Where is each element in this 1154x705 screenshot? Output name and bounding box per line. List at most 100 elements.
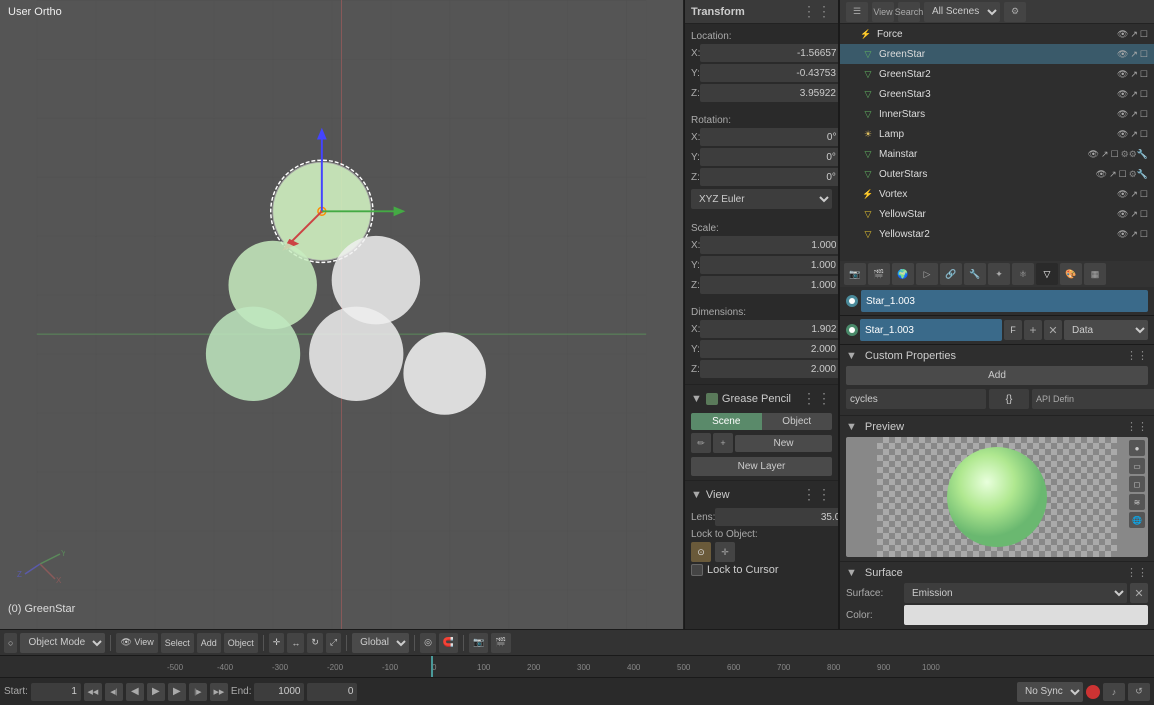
- transform-mode-btn[interactable]: ↔: [287, 633, 304, 653]
- visibility-outerstars[interactable]: 👁: [1096, 169, 1107, 180]
- outliner-filter-btn[interactable]: ⚙: [1004, 2, 1026, 22]
- visibility-yellowstar2[interactable]: 👁: [1117, 229, 1128, 240]
- surface-select[interactable]: Emission: [904, 583, 1127, 603]
- sync-select[interactable]: No Sync: [1017, 682, 1083, 702]
- location-z-input[interactable]: [700, 84, 839, 102]
- prev-btn[interactable]: ◀: [126, 683, 144, 701]
- next-btn[interactable]: ▶: [168, 683, 186, 701]
- box-force[interactable]: ☐: [1140, 29, 1148, 40]
- prev-keyframe-btn[interactable]: ◀|: [105, 683, 123, 701]
- dim-z-input[interactable]: [700, 360, 839, 378]
- preview-world-btn[interactable]: 🌐: [1129, 512, 1145, 528]
- surface-options-icon[interactable]: ⋮⋮: [1126, 566, 1148, 579]
- arrow-outerstars[interactable]: ↗: [1109, 169, 1117, 180]
- record-button[interactable]: [1086, 685, 1100, 699]
- gp-object-tab[interactable]: Object: [762, 413, 833, 430]
- box-lamp[interactable]: ☐: [1140, 129, 1148, 140]
- visibility-yellowstar[interactable]: 👁: [1117, 209, 1128, 220]
- scale-z-input[interactable]: [700, 276, 839, 294]
- preview-options-icon[interactable]: ⋮⋮: [1126, 420, 1148, 433]
- object-btn[interactable]: Object: [224, 633, 258, 653]
- scale-mode-btn[interactable]: ⤢: [326, 633, 341, 653]
- prev-frame-btn[interactable]: ◀◀: [84, 683, 102, 701]
- outliner-item-greenstar[interactable]: ▽ GreenStar 👁 ↗ ☐: [840, 44, 1154, 64]
- scale-x-input[interactable]: [700, 236, 839, 254]
- rotate-mode-btn[interactable]: ↻: [307, 633, 323, 653]
- outliner-item-yellowstar2[interactable]: ▽ Yellowstar2 👁 ↗ ☐: [840, 224, 1154, 244]
- props-tab-object[interactable]: ▷: [916, 263, 938, 285]
- mesh-name-input[interactable]: [861, 290, 1148, 312]
- gp-options-icon[interactable]: ⋮⋮: [802, 390, 832, 407]
- box-outerstars[interactable]: ☐: [1119, 169, 1127, 180]
- proportional-btn[interactable]: ◎: [420, 633, 436, 653]
- box-yellowstar[interactable]: ☐: [1140, 209, 1148, 220]
- loop-icon-btn[interactable]: ↺: [1128, 683, 1150, 701]
- surface-x-button[interactable]: ✕: [1130, 583, 1148, 603]
- outliner-item-innerstars[interactable]: ▽ InnerStars 👁 ↗ ☐: [840, 104, 1154, 124]
- arrow-lamp[interactable]: ↗: [1130, 129, 1138, 140]
- mode-select[interactable]: Object Mode: [20, 633, 105, 653]
- visibility-lamp[interactable]: 👁: [1117, 129, 1128, 140]
- f-button[interactable]: F: [1004, 320, 1022, 340]
- outliner-item-greenstar2[interactable]: ▽ GreenStar2 👁 ↗ ☐: [840, 64, 1154, 84]
- box-greenstar2[interactable]: ☐: [1140, 69, 1148, 80]
- box-greenstar3[interactable]: ☐: [1140, 89, 1148, 100]
- cp-add-button[interactable]: Add: [846, 366, 1148, 385]
- preview-cube-btn[interactable]: ◻: [1129, 476, 1145, 492]
- current-frame-input[interactable]: [307, 683, 357, 701]
- select-btn[interactable]: Select: [161, 633, 194, 653]
- add-btn-bottom[interactable]: Add: [197, 633, 221, 653]
- transform-global-select[interactable]: Global: [352, 633, 409, 653]
- rotation-z-input[interactable]: [700, 168, 839, 186]
- gp-add-icon[interactable]: +: [713, 433, 733, 453]
- outliner-menu-btn[interactable]: ☰: [846, 2, 868, 22]
- rotation-y-input[interactable]: [700, 148, 839, 166]
- view-btn[interactable]: View: [872, 2, 894, 22]
- scene-select[interactable]: All Scenes: [924, 2, 1000, 22]
- props-tab-data[interactable]: ▽: [1036, 263, 1058, 285]
- view-options-icon[interactable]: ⋮⋮: [802, 486, 832, 503]
- render-btn[interactable]: 📷: [469, 633, 488, 653]
- box-yellowstar2[interactable]: ☐: [1140, 229, 1148, 240]
- viewport[interactable]: User Ortho: [0, 0, 684, 629]
- outliner-item-greenstar3[interactable]: ▽ GreenStar3 👁 ↗ ☐: [840, 84, 1154, 104]
- outliner-item-mainstar[interactable]: ▽ Mainstar 👁 ↗ ☐ ⚙⚙🔧: [840, 144, 1154, 164]
- scene-btn[interactable]: 🎬: [491, 633, 510, 653]
- gp-scene-tab[interactable]: Scene: [691, 413, 762, 430]
- box-greenstar[interactable]: ☐: [1140, 49, 1148, 60]
- visibility-greenstar[interactable]: 👁: [1117, 49, 1128, 60]
- box-vortex[interactable]: ☐: [1140, 189, 1148, 200]
- cp-val-input[interactable]: [989, 389, 1029, 409]
- lock-cursor-checkbox[interactable]: [691, 564, 703, 576]
- gp-draw-icon[interactable]: ✏: [691, 433, 711, 453]
- arrow-greenstar[interactable]: ↗: [1130, 49, 1138, 60]
- mesh-data-name-input[interactable]: [860, 319, 1002, 341]
- visibility-vortex[interactable]: 👁: [1117, 189, 1128, 200]
- visibility-innerstars[interactable]: 👁: [1117, 109, 1128, 120]
- lock-icon-button[interactable]: ⊙: [691, 542, 711, 562]
- cursor-icon-button[interactable]: ✛: [715, 542, 735, 562]
- props-tab-world[interactable]: 🌍: [892, 263, 914, 285]
- box-mainstar[interactable]: ☐: [1111, 149, 1119, 160]
- arrow-yellowstar[interactable]: ↗: [1130, 209, 1138, 220]
- audio-icon-btn[interactable]: ♪: [1103, 683, 1125, 701]
- props-tab-particles[interactable]: ✦: [988, 263, 1010, 285]
- view-btn-bottom[interactable]: 👁 View: [116, 633, 157, 653]
- arrow-force[interactable]: ↗: [1130, 29, 1138, 40]
- view-toggle[interactable]: ▼ View ⋮⋮: [691, 483, 832, 506]
- outliner-item-vortex[interactable]: ⚡ Vortex 👁 ↗ ☐: [840, 184, 1154, 204]
- location-y-input[interactable]: [700, 64, 839, 82]
- visibility-greenstar3[interactable]: 👁: [1117, 89, 1128, 100]
- x-button[interactable]: ✕: [1044, 320, 1062, 340]
- dim-x-input[interactable]: [700, 320, 839, 338]
- lens-input[interactable]: [715, 508, 839, 526]
- outliner-item-force[interactable]: ⚡ Force 👁 ↗ ☐: [840, 24, 1154, 44]
- object-mode-icon[interactable]: ○: [4, 633, 17, 653]
- arrow-vortex[interactable]: ↗: [1130, 189, 1138, 200]
- gp-new-button[interactable]: New: [735, 435, 832, 452]
- arrow-yellowstar2[interactable]: ↗: [1130, 229, 1138, 240]
- arrow-mainstar[interactable]: ↗: [1101, 149, 1109, 160]
- rotation-x-input[interactable]: [700, 128, 839, 146]
- props-tab-render[interactable]: 📷: [844, 263, 866, 285]
- gp-checkbox-icon[interactable]: [706, 393, 718, 405]
